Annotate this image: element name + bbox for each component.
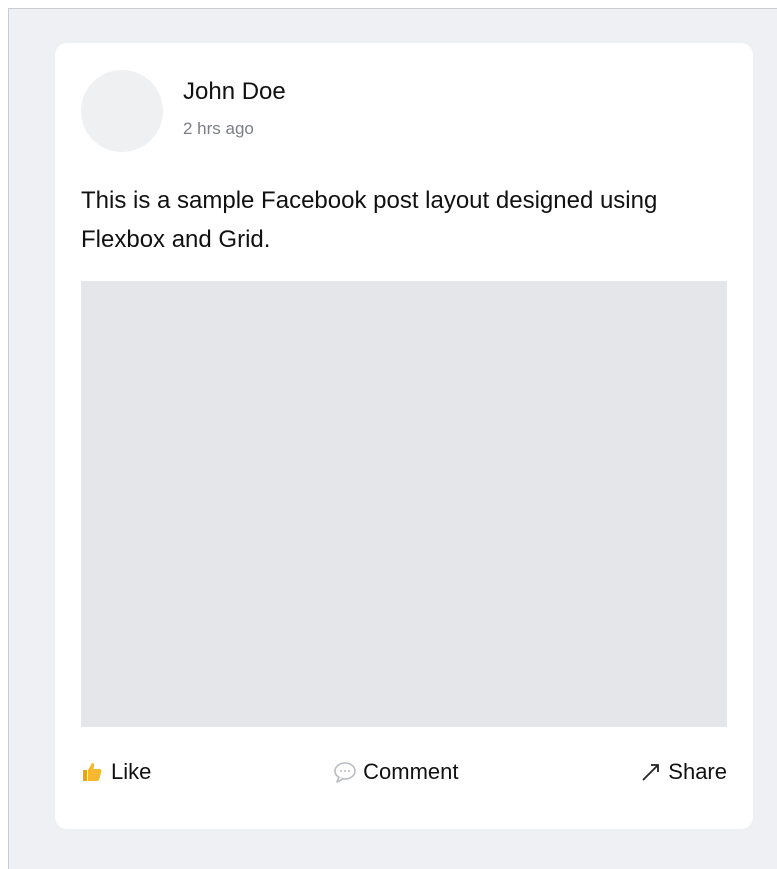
author-block: John Doe 2 hrs ago [183, 77, 286, 139]
post-text: This is a sample Facebook post layout de… [81, 187, 658, 253]
like-label: Like [111, 759, 152, 784]
comment-label: Comment [363, 759, 459, 784]
share-button[interactable]: Share [640, 759, 727, 785]
post-card: John Doe 2 hrs ago This is a sample Face… [55, 43, 753, 829]
comment-icon [333, 761, 357, 783]
author-name[interactable]: John Doe [183, 77, 286, 107]
share-label: Share [668, 759, 727, 784]
like-button[interactable]: Like [81, 759, 151, 785]
avatar[interactable] [81, 70, 163, 152]
page-viewport: John Doe 2 hrs ago This is a sample Face… [8, 8, 777, 869]
share-arrow-icon [640, 761, 662, 783]
post-image[interactable] [81, 281, 727, 727]
thumbs-up-icon [81, 760, 105, 784]
post-header: John Doe 2 hrs ago [81, 69, 727, 153]
post-timestamp[interactable]: 2 hrs ago [183, 119, 286, 139]
post-actions: Like Comment Share [81, 727, 727, 817]
comment-button[interactable]: Comment [333, 759, 459, 785]
